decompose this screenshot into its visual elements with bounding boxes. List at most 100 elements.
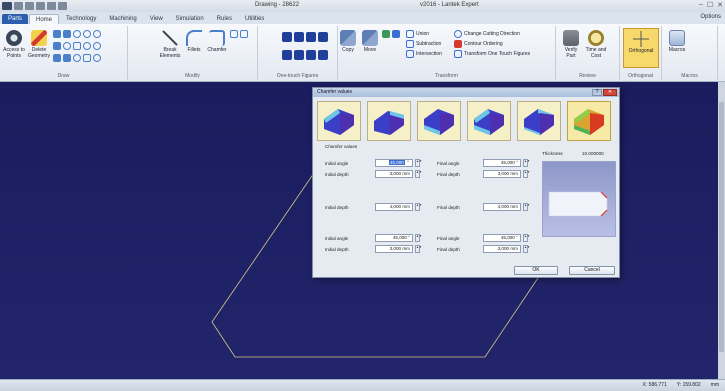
help-button[interactable]: ? bbox=[592, 89, 602, 96]
row3-initial-depth-input[interactable]: 3,000 mm bbox=[375, 245, 413, 253]
figure-7-icon[interactable] bbox=[306, 50, 316, 60]
chamfer-type-4[interactable] bbox=[467, 101, 511, 141]
change-cutting-direction-button[interactable]: Change Cutting Direction bbox=[454, 30, 520, 38]
ellipse-icon[interactable] bbox=[93, 30, 101, 38]
intersection-button[interactable]: Intersection bbox=[406, 50, 442, 58]
ring-icon[interactable] bbox=[93, 42, 101, 50]
figure-1-icon[interactable] bbox=[282, 32, 292, 42]
macros-button[interactable]: Macros bbox=[666, 30, 688, 53]
row3-initial-angle-spinner[interactable]: ▲▼ bbox=[415, 234, 422, 242]
extend-icon[interactable] bbox=[240, 30, 248, 38]
cancel-button[interactable]: Cancel bbox=[569, 266, 615, 275]
row2-initial-depth-spinner[interactable]: ▲▼ bbox=[415, 203, 422, 211]
row3-initial-angle-input[interactable]: 45,000 ° bbox=[375, 234, 413, 242]
mirror-icon[interactable] bbox=[392, 30, 400, 38]
chamfer-button[interactable]: Chamfer bbox=[206, 30, 228, 53]
crosshair-icon bbox=[633, 31, 649, 47]
close-window-button[interactable]: ✕ bbox=[717, 1, 723, 9]
verify-part-button[interactable]: Verify Part bbox=[560, 30, 582, 59]
scrollbar-thumb[interactable] bbox=[719, 102, 724, 352]
circle-icon[interactable] bbox=[73, 30, 81, 38]
transform-one-touch-button[interactable]: Transform One Touch Figures bbox=[454, 50, 530, 58]
trim-icon[interactable] bbox=[230, 30, 238, 38]
figure-8-icon[interactable] bbox=[318, 50, 328, 60]
subtraction-button[interactable]: Subtraction bbox=[406, 40, 441, 48]
polyline-icon[interactable] bbox=[63, 30, 71, 38]
row1-final-depth-spinner[interactable]: ▲▼ bbox=[523, 170, 530, 178]
row3-initial-depth-spinner[interactable]: ▲▼ bbox=[415, 245, 422, 253]
row1-initial-angle-input[interactable]: 45,000 ° bbox=[375, 159, 413, 167]
tab-simulation[interactable]: Simulation bbox=[170, 14, 210, 24]
tab-home[interactable]: Home bbox=[29, 14, 60, 24]
vertical-scrollbar[interactable] bbox=[718, 82, 725, 379]
row2-initial-depth-input[interactable]: 4,000 mm bbox=[375, 203, 413, 211]
group-orthogonal: Orthogonal Orthogonal bbox=[620, 26, 662, 80]
tab-parts[interactable]: Parts bbox=[2, 14, 29, 24]
offset-icon[interactable] bbox=[63, 54, 71, 62]
maximize-button[interactable]: ☐ bbox=[707, 1, 713, 9]
row3-final-depth-spinner[interactable]: ▲▼ bbox=[523, 245, 530, 253]
row1-final-angle-input[interactable]: 45,000 ° bbox=[483, 159, 521, 167]
row3-final-angle-spinner[interactable]: ▲▼ bbox=[523, 234, 530, 242]
chamfer-type-2[interactable] bbox=[367, 101, 411, 141]
tab-utilities[interactable]: Utilities bbox=[239, 14, 270, 24]
open-icon[interactable] bbox=[25, 2, 34, 10]
chamfer-type-1[interactable] bbox=[317, 101, 361, 141]
move-button[interactable]: Move bbox=[360, 30, 380, 53]
unit-label: mm bbox=[710, 382, 719, 388]
fillets-button[interactable]: Fillets bbox=[184, 30, 204, 53]
figure-6-icon[interactable] bbox=[294, 50, 304, 60]
tab-view[interactable]: View bbox=[144, 14, 169, 24]
tab-rules[interactable]: Rules bbox=[211, 14, 238, 24]
union-button[interactable]: Union bbox=[406, 30, 429, 38]
figure-3-icon[interactable] bbox=[306, 32, 316, 42]
new-icon[interactable] bbox=[14, 2, 23, 10]
row3-final-depth-input[interactable]: 3,000 mm bbox=[483, 245, 521, 253]
rotate-icon[interactable] bbox=[382, 30, 390, 38]
slot-icon[interactable] bbox=[93, 54, 101, 62]
chamfer-type-selector bbox=[317, 101, 617, 141]
undo-icon[interactable] bbox=[47, 2, 56, 10]
row1-final-angle-spinner[interactable]: ▲▼ bbox=[523, 159, 530, 167]
orthogonal-button[interactable]: Orthogonal bbox=[623, 28, 659, 68]
tab-technology[interactable]: Technology bbox=[60, 14, 102, 24]
redo-icon[interactable] bbox=[58, 2, 67, 10]
row2-final-depth-spinner[interactable]: ▲▼ bbox=[523, 203, 530, 211]
break-elements-button[interactable]: Break Elements bbox=[158, 30, 182, 59]
segment-icon[interactable] bbox=[53, 42, 61, 50]
dialog-close-button[interactable]: ✕ bbox=[603, 89, 617, 96]
tab-machining[interactable]: Machining bbox=[103, 14, 142, 24]
dialog-title: Chamfer values bbox=[317, 89, 353, 95]
row1-final-depth-input[interactable]: 3,000 mm bbox=[483, 170, 521, 178]
chamfer-type-6-selected[interactable] bbox=[567, 101, 611, 141]
access-to-points-button[interactable]: Access to Points bbox=[2, 30, 26, 59]
chamfer-type-5[interactable] bbox=[517, 101, 561, 141]
row1-initial-depth-input[interactable]: 3,000 mm bbox=[375, 170, 413, 178]
save-icon[interactable] bbox=[36, 2, 45, 10]
arc3-icon[interactable] bbox=[73, 54, 81, 62]
minimize-button[interactable]: – bbox=[699, 1, 703, 9]
dialog-title-bar[interactable]: Chamfer values ? ✕ bbox=[313, 88, 619, 97]
row3-final-angle-input[interactable]: 45,000 ° bbox=[483, 234, 521, 242]
row2-final-depth-input[interactable]: 4,000 mm bbox=[483, 203, 521, 211]
figure-2-icon[interactable] bbox=[294, 32, 304, 42]
delete-geometry-button[interactable]: Delete Geometry bbox=[27, 30, 51, 59]
figure-4-icon[interactable] bbox=[318, 32, 328, 42]
figure-5-icon[interactable] bbox=[282, 50, 292, 60]
row1-initial-depth-spinner[interactable]: ▲▼ bbox=[415, 170, 422, 178]
row1-initial-angle-spinner[interactable]: ▲▼ bbox=[415, 159, 422, 167]
spline-icon[interactable] bbox=[53, 54, 61, 62]
app-menu-icon[interactable] bbox=[2, 2, 12, 10]
copy-button[interactable]: Copy bbox=[338, 30, 358, 53]
options-menu[interactable]: Options bbox=[700, 14, 721, 20]
ok-button[interactable]: OK bbox=[514, 266, 558, 275]
time-and-cost-button[interactable]: Time and Cost bbox=[584, 30, 608, 59]
polygon-icon[interactable] bbox=[83, 54, 91, 62]
center-circle-icon[interactable] bbox=[63, 42, 71, 50]
chamfer-type-3[interactable] bbox=[417, 101, 461, 141]
rectangle-icon[interactable] bbox=[73, 42, 81, 50]
tangent-icon[interactable] bbox=[83, 42, 91, 50]
line-icon[interactable] bbox=[53, 30, 61, 38]
contour-ordering-button[interactable]: Contour Ordering bbox=[454, 40, 503, 48]
arc-icon[interactable] bbox=[83, 30, 91, 38]
